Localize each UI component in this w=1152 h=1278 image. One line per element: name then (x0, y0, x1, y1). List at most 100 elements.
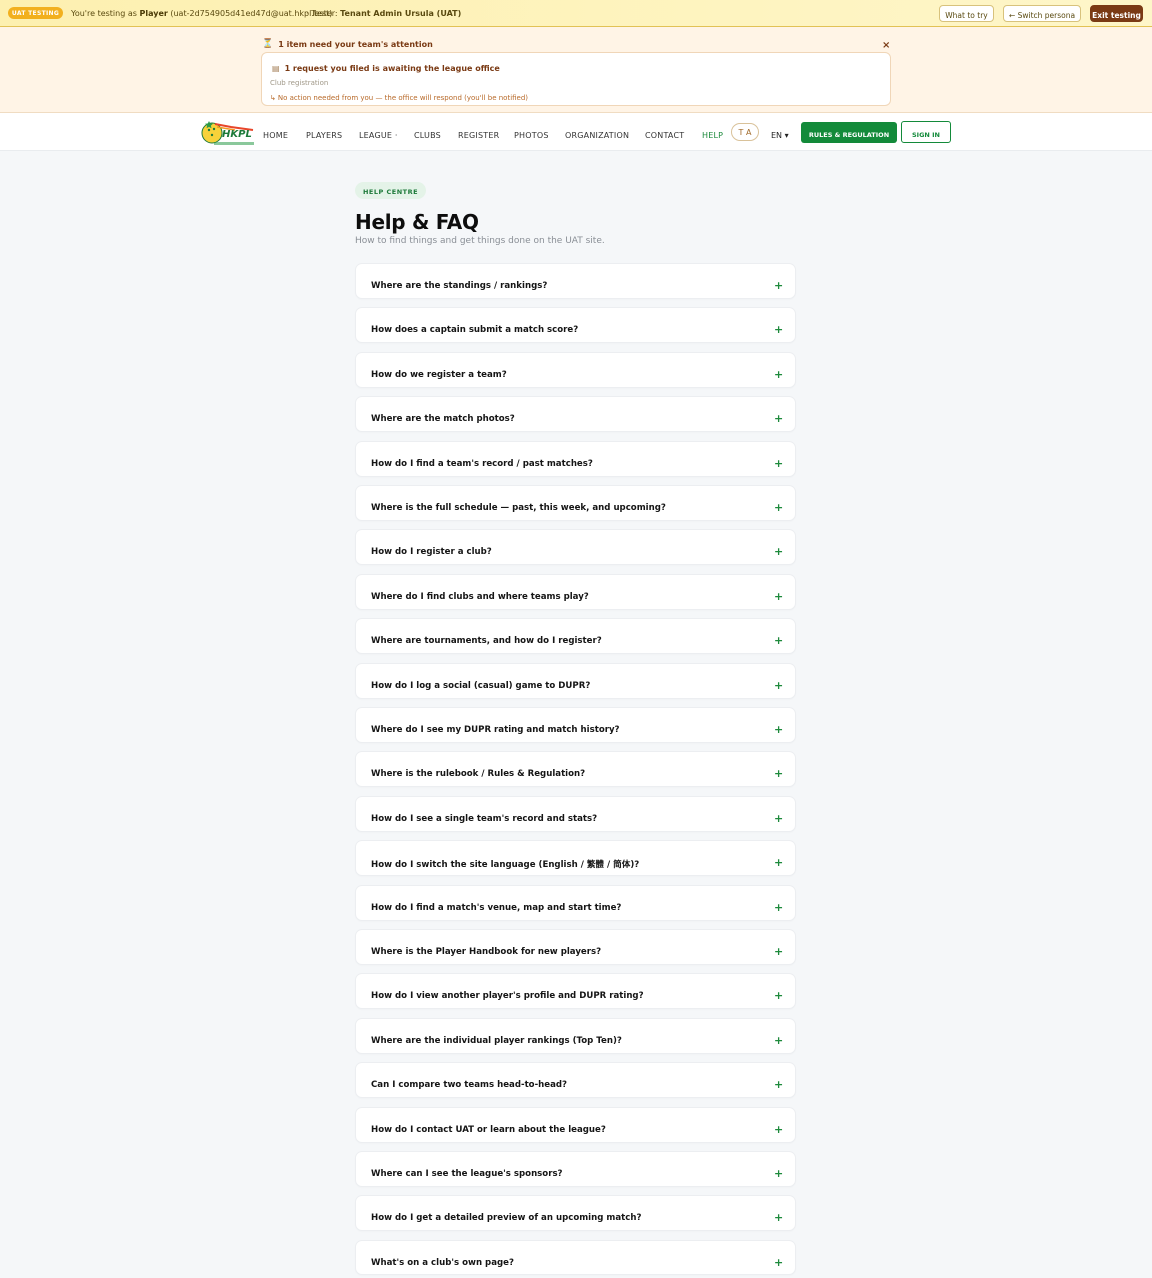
faq-question: Where is the full schedule — past, this … (371, 503, 666, 513)
faq-question: What's on a club's own page? (371, 1257, 514, 1268)
faq-question: How do I get a detailed preview of an up… (371, 1213, 642, 1224)
nav-organization[interactable]: ORGANIZATION (565, 131, 629, 140)
nav-players[interactable]: PLAYERS (306, 131, 342, 140)
faq-question: Where is the Player Handbook for new pla… (371, 947, 602, 957)
faq-item[interactable]: Where is the full schedule — past, this … (355, 485, 796, 521)
faq-item[interactable]: Where are the standings / rankings? + (355, 263, 796, 299)
faq-item[interactable]: How do I find a match's venue, map and s… (355, 884, 796, 921)
plus-icon[interactable]: + (774, 990, 783, 1001)
faq-question: Where can I see the league's sponsors? (371, 1169, 563, 1179)
plus-icon[interactable]: + (774, 280, 783, 291)
close-icon[interactable]: × (882, 40, 890, 51)
faq-question: How do I find a team's record / past mat… (371, 458, 593, 469)
faq-item[interactable]: Can I compare two teams head-to-head? + (355, 1062, 796, 1099)
faq-item[interactable]: Where do I find clubs and where teams pl… (355, 573, 796, 610)
plus-icon[interactable]: + (774, 1257, 783, 1268)
switch-persona-button[interactable]: ← Switch persona (1003, 5, 1081, 22)
faq-question: Where are the match photos? (371, 414, 515, 425)
uat-persona-name: Player (139, 9, 168, 18)
faq-item[interactable]: Where is the Player Handbook for new pla… (355, 929, 796, 965)
plus-icon[interactable]: + (774, 1035, 783, 1046)
faq-item[interactable]: Where are the match photos? + (355, 396, 796, 433)
plus-icon[interactable]: + (774, 768, 783, 779)
page-title: Help & FAQ (355, 210, 479, 234)
faq-item[interactable]: Where are the individual player rankings… (355, 1017, 796, 1054)
what-to-try-button[interactable]: What to try (939, 5, 994, 22)
faq-item[interactable]: Where is the rulebook / Rules & Regulati… (355, 751, 796, 788)
nav-help[interactable]: HELP (702, 131, 723, 140)
faq-question: Where is the rulebook / Rules & Regulati… (371, 769, 586, 780)
plus-icon[interactable]: + (774, 1124, 783, 1135)
uat-tester-name: Tenant Admin Ursula (UAT) (340, 9, 462, 18)
faq-item[interactable]: How do I log a social (casual) game to D… (355, 662, 796, 699)
faq-question: How does a captain submit a match score? (371, 325, 579, 336)
uat-testing-bar: UAT TESTING You're testing as Player (ua… (0, 0, 1152, 27)
faq-question: How do I find a match's venue, map and s… (371, 902, 622, 913)
attention-card[interactable]: ▤ 1 request you filed is awaiting the le… (261, 52, 891, 106)
hkpl-logo[interactable]: HKPL (201, 118, 255, 146)
faq-item[interactable]: Where do I see my DUPR rating and match … (355, 707, 796, 743)
plus-icon[interactable]: + (774, 902, 783, 913)
faq-item[interactable]: How do I view another player's profile a… (355, 973, 796, 1010)
faq-question: How do I see a single team's record and … (371, 813, 598, 824)
plus-icon[interactable]: + (774, 635, 783, 646)
main-nav: HKPL HOME PLAYERS LEAGUE · CLUBS REGISTE… (0, 113, 1152, 151)
attention-card-note: ↳ No action needed from you — the office… (270, 94, 528, 102)
document-icon: ▤ (272, 64, 280, 73)
plus-icon[interactable]: + (774, 1168, 783, 1179)
faq-item[interactable]: Where can I see the league's sponsors? + (355, 1151, 796, 1187)
faq-item[interactable]: Where are tournaments, and how do I regi… (355, 618, 796, 655)
faq-item[interactable]: How do I find a team's record / past mat… (355, 440, 796, 477)
plus-icon[interactable]: + (774, 546, 783, 557)
exit-testing-button[interactable]: Exit testing (1090, 5, 1143, 22)
nav-contact[interactable]: CONTACT (645, 131, 684, 140)
faq-question: How do I register a club? (371, 547, 492, 558)
faq-question: Where do I see my DUPR rating and match … (371, 725, 620, 735)
rules-regulation-button[interactable]: RULES & REGULATION (801, 122, 897, 143)
faq-item[interactable]: How do I register a club? + (355, 529, 796, 566)
uat-tester-text: · Tester: Tenant Admin Ursula (UAT) (306, 9, 461, 18)
faq-item[interactable]: How does a captain submit a match score?… (355, 307, 796, 344)
faq-question: Where are tournaments, and how do I regi… (371, 636, 602, 647)
plus-icon[interactable]: + (774, 813, 783, 824)
faq-question: Where are the standings / rankings? (371, 281, 548, 291)
sign-in-button[interactable]: SIGN IN (901, 121, 951, 143)
faq-question: Where are the individual player rankings… (371, 1035, 622, 1046)
translate-icon[interactable]: T A (731, 123, 759, 141)
nav-register[interactable]: REGISTER (458, 131, 499, 140)
uat-tester-prefix: · Tester: (306, 9, 338, 18)
uat-persona-text: You're testing as Player (uat-2d754905d4… (71, 9, 332, 18)
faq-item[interactable]: What's on a club's own page? + (355, 1239, 796, 1275)
nav-home[interactable]: HOME (263, 131, 288, 140)
plus-icon[interactable]: + (774, 413, 783, 424)
attention-card-headline: ▤ 1 request you filed is awaiting the le… (272, 64, 500, 73)
faq-item[interactable]: How do I get a detailed preview of an up… (355, 1195, 796, 1232)
attention-title-text: 1 item need your team's attention (278, 39, 433, 49)
logo-text: HKPL (222, 129, 252, 140)
faq-item[interactable]: How do I switch the site language (Engli… (355, 840, 796, 877)
plus-icon[interactable]: + (774, 857, 783, 868)
plus-icon[interactable]: + (774, 324, 783, 335)
language-selector[interactable]: EN ▾ (771, 131, 789, 140)
plus-icon[interactable]: + (774, 724, 783, 735)
plus-icon[interactable]: + (774, 458, 783, 469)
hourglass-icon: ⏳ (262, 39, 274, 49)
plus-icon[interactable]: + (774, 502, 783, 513)
faq-item[interactable]: How do I contact UAT or learn about the … (355, 1106, 796, 1143)
plus-icon[interactable]: + (774, 680, 783, 691)
faq-item[interactable]: How do we register a team? + (355, 351, 796, 388)
plus-icon[interactable]: + (774, 369, 783, 380)
nav-photos[interactable]: PHOTOS (514, 131, 549, 140)
attention-title: ⏳ 1 item need your team's attention (262, 39, 433, 49)
faq-question: Where do I find clubs and where teams pl… (371, 591, 589, 602)
attention-card-note-text: No action needed from you — the office w… (277, 94, 529, 102)
plus-icon[interactable]: + (774, 1079, 783, 1090)
nav-league[interactable]: LEAGUE · (359, 131, 398, 140)
plus-icon[interactable]: + (774, 1212, 783, 1223)
nav-clubs[interactable]: CLUBS (414, 131, 441, 140)
plus-icon[interactable]: + (774, 946, 783, 957)
faq-item[interactable]: How do I see a single team's record and … (355, 795, 796, 832)
plus-icon[interactable]: + (774, 591, 783, 602)
return-arrow-icon: ↳ (270, 94, 276, 102)
help-centre-pill: HELP CENTRE (355, 182, 426, 199)
